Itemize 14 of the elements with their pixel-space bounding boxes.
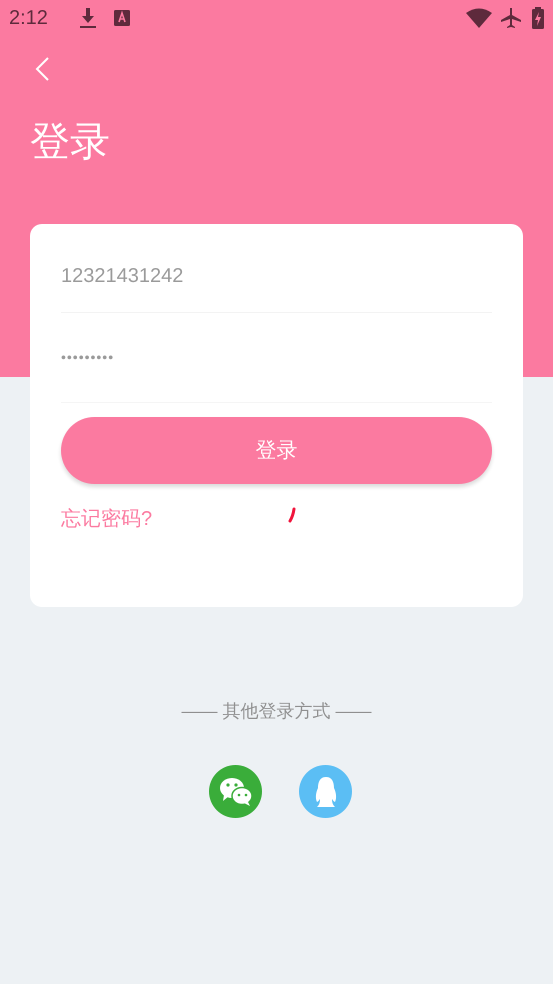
- airplane-icon: [500, 7, 522, 29]
- page-title: 登录: [30, 122, 111, 162]
- other-login-label: —— 其他登录方式 ——: [181, 700, 372, 723]
- forgot-password-link[interactable]: 忘记密码?: [61, 504, 152, 534]
- status-time: 2:12: [9, 6, 49, 31]
- wifi-icon: [466, 8, 492, 28]
- penguin-icon: [314, 776, 338, 808]
- phone-field[interactable]: 12321431242: [61, 224, 492, 313]
- password-field[interactable]: •••••••••: [61, 313, 492, 403]
- battery-charging-icon: [532, 7, 544, 29]
- keyboard-a-icon: [114, 10, 130, 26]
- login-button[interactable]: 登录: [61, 417, 492, 484]
- chat-bubbles-icon: [218, 776, 252, 806]
- download-icon: [79, 8, 97, 28]
